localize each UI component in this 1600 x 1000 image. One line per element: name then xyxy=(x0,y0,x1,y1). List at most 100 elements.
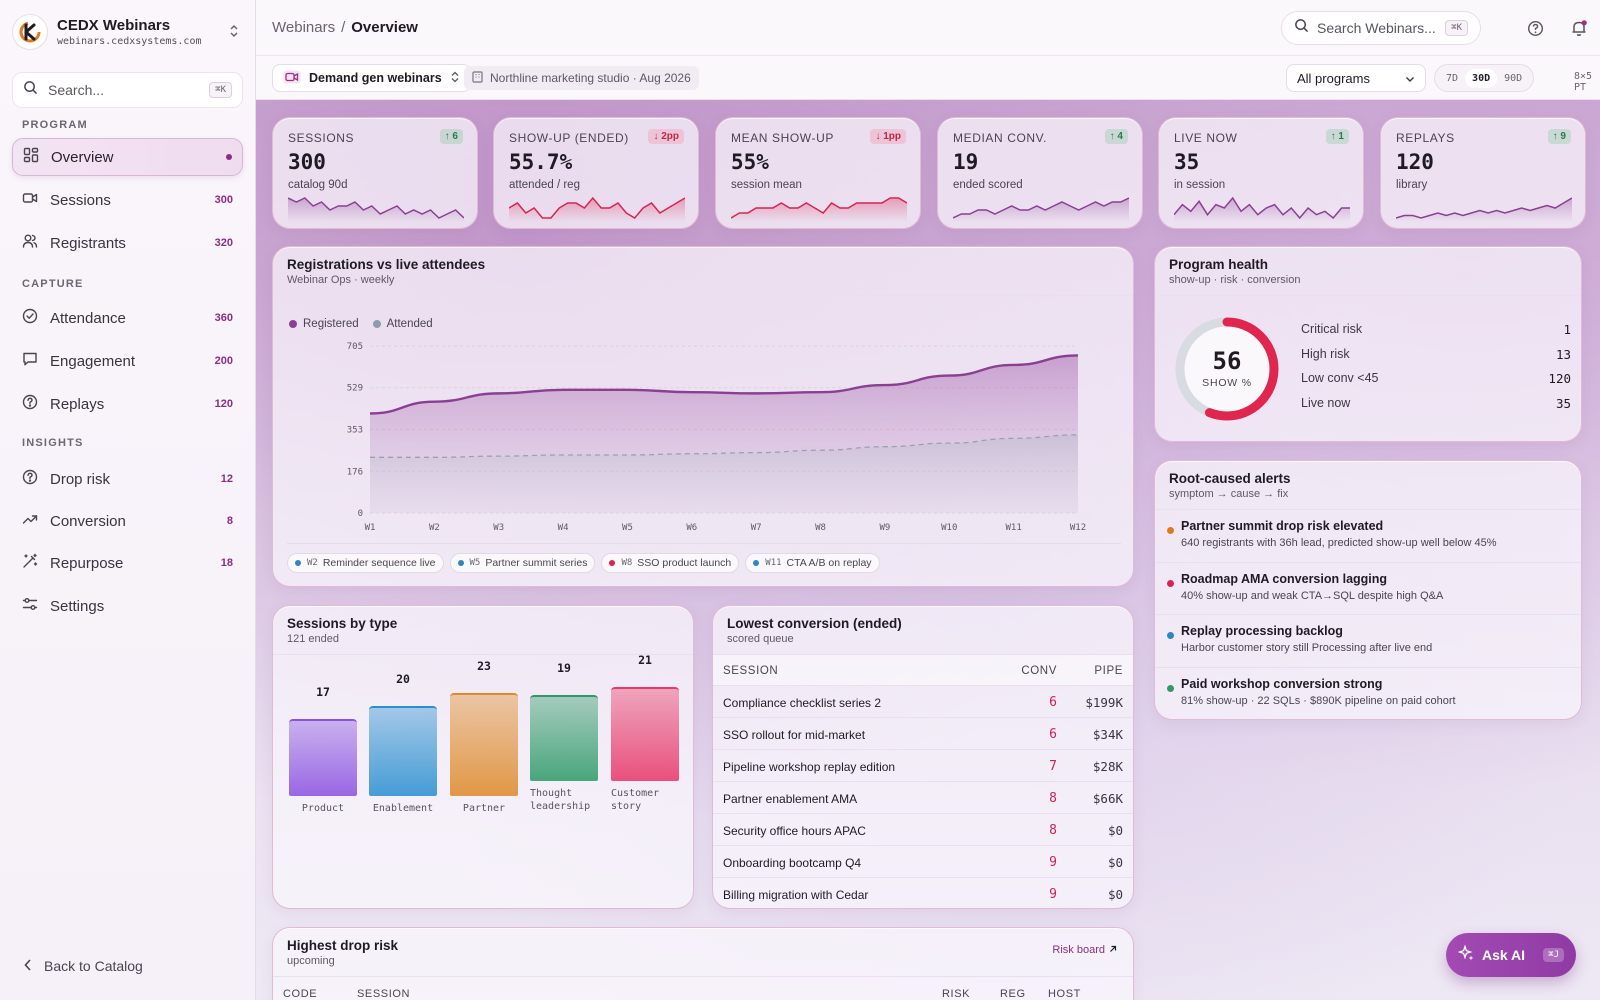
sidebar-item-replays[interactable]: Replays 120 xyxy=(12,385,243,423)
kpi-delta-badge: ↑ 6 xyxy=(439,129,463,144)
annotation-list: W2 Reminder sequence live W5 Partner summit… xyxy=(287,553,880,573)
kpi-card-mean-show-up[interactable]: MEAN SHOW-UP ↓ 1pp 55% session mean xyxy=(715,117,921,229)
sidebar-item-label: Replays xyxy=(50,395,105,413)
column-header-risk[interactable]: RISK xyxy=(942,988,970,1000)
column-header-session[interactable]: SESSION xyxy=(357,988,410,1000)
pipeline-value: $0 xyxy=(1107,887,1123,902)
sidebar-item-engagement[interactable]: Engagement 200 xyxy=(12,342,243,380)
annotation-label: SSO product launch xyxy=(637,557,732,569)
column-header-conv[interactable]: CONV xyxy=(1021,665,1057,677)
health-metric-row[interactable]: Live now 35 xyxy=(1301,396,1571,421)
sidebar-item-conversion[interactable]: Conversion 8 xyxy=(12,502,243,540)
range-option-30d[interactable]: 30D xyxy=(1465,68,1498,88)
y-tick-label: 529 xyxy=(347,384,363,394)
alert-item[interactable]: Paid workshop conversion strong 81% show-… xyxy=(1155,666,1581,719)
alert-item[interactable]: Partner summit drop risk elevated 640 reg… xyxy=(1155,509,1581,561)
bell-icon[interactable] xyxy=(1567,16,1591,40)
annotation-dot xyxy=(295,560,301,566)
session-name: SSO rollout for mid-market xyxy=(723,728,866,742)
global-search[interactable]: Search Webinars... ⌘K xyxy=(1281,11,1481,45)
annotation-dot xyxy=(457,560,464,566)
kpi-value: 19 xyxy=(953,150,979,174)
video-icon xyxy=(283,70,301,87)
range-option-7d[interactable]: 7D xyxy=(1439,69,1465,88)
back-to-catalog-link[interactable]: Back to Catalog xyxy=(24,958,143,974)
table-row[interactable]: Onboarding bootcamp Q4 9 $0 xyxy=(713,846,1133,878)
ask-ai-button[interactable]: Ask AI ⌘J xyxy=(1446,933,1576,977)
sidebar-item-registrants[interactable]: Registrants 320 xyxy=(12,224,243,262)
session-name: Compliance checklist series 2 xyxy=(723,696,882,710)
brand-switcher[interactable]: CEDX Webinars webinars.cedxsystems.com xyxy=(12,12,244,52)
sidebar-item-settings[interactable]: Settings xyxy=(12,587,243,625)
kpi-delta-badge: ↑ 4 xyxy=(1104,129,1128,144)
sidebar-search[interactable]: Search... ⌘K xyxy=(12,72,243,108)
sidebar-item-attendance[interactable]: Attendance 360 xyxy=(12,299,243,337)
kpi-caption: session mean xyxy=(731,179,802,191)
table-row[interactable]: Security office hours APAC 8 $0 xyxy=(713,814,1133,846)
table-row[interactable]: Billing migration with Cedar 9 $0 xyxy=(713,878,1133,908)
grid-icon xyxy=(23,147,39,168)
bar-product[interactable] xyxy=(289,719,357,796)
health-metric-value: 13 xyxy=(1555,346,1571,362)
x-tick-label: W12 xyxy=(1070,523,1086,533)
x-tick-label: W4 xyxy=(558,523,569,533)
kpi-card-median-conv[interactable]: MEDIAN CONV. ↑ 4 19 ended scored xyxy=(937,117,1143,229)
kpi-caption: catalog 90d xyxy=(288,179,348,191)
column-header-pipe[interactable]: PIPE xyxy=(1094,665,1123,677)
bar-enablement[interactable] xyxy=(369,706,437,796)
table-row[interactable]: Compliance checklist series 2 6 $199K xyxy=(713,686,1133,718)
alert-item[interactable]: Replay processing backlog Harbor customer… xyxy=(1155,614,1581,666)
sidebar-item-repurpose[interactable]: Repurpose 18 xyxy=(12,544,243,582)
kpi-card-sessions[interactable]: SESSIONS ↑ 6 300 catalog 90d xyxy=(272,117,478,229)
kpi-value: 300 xyxy=(288,150,326,174)
bar-thought-leadership[interactable] xyxy=(530,695,598,781)
sidebar-item-sessions[interactable]: Sessions 300 xyxy=(12,181,243,219)
health-metric-row[interactable]: High risk 13 xyxy=(1301,347,1571,372)
kpi-card-replays[interactable]: REPLAYS ↑ 9 120 library xyxy=(1380,117,1586,229)
annotation-chip[interactable]: W8 SSO product launch xyxy=(601,553,740,573)
range-option-90d[interactable]: 90D xyxy=(1497,69,1529,88)
bar-partner[interactable] xyxy=(450,693,518,796)
column-header-reg[interactable]: REG xyxy=(1000,988,1026,1000)
table-row[interactable]: SSO rollout for mid-market 6 $34K xyxy=(713,718,1133,750)
table-row[interactable]: Pipeline workshop replay edition 7 $28K xyxy=(713,750,1133,782)
table-header: SESSION CONV PIPE xyxy=(713,654,1133,686)
workspace-select[interactable]: Demand gen webinars xyxy=(272,64,471,92)
alert-item[interactable]: Roadmap AMA conversion lagging 40% show-u… xyxy=(1155,561,1581,614)
sidebar-item-overview[interactable]: Overview xyxy=(12,138,243,176)
column-header-code[interactable]: CODE xyxy=(283,988,317,1000)
risk-board-link[interactable]: Risk board xyxy=(1052,944,1117,956)
annotation-chip[interactable]: W2 Reminder sequence live xyxy=(287,553,444,573)
health-metric-row[interactable]: Critical risk 1 xyxy=(1301,322,1571,347)
chart-legend: Registered Attended xyxy=(289,318,433,330)
sidebar-item-count: 8 xyxy=(226,515,233,527)
annotation-chip[interactable]: W5 Partner summit series xyxy=(449,553,596,573)
column-header-session[interactable]: SESSION xyxy=(723,665,778,677)
annotation-chip[interactable]: W11 CTA A/B on replay xyxy=(745,553,880,573)
kpi-card-show-up-ended[interactable]: SHOW-UP (ENDED) ↓ 2pp 55.7% attended / reg xyxy=(493,117,699,229)
breadcrumb-webinars[interactable]: Webinars xyxy=(272,19,335,36)
sidebar-search-input[interactable]: Search... xyxy=(48,82,209,98)
sidebar-item-drop-risk[interactable]: Drop risk 12 xyxy=(12,460,243,498)
kpi-card-live-now[interactable]: LIVE NOW ↑ 1 35 in session xyxy=(1158,117,1364,229)
x-tick-label: W10 xyxy=(941,523,957,533)
x-tick-label: W6 xyxy=(686,523,697,533)
help-icon[interactable] xyxy=(1523,16,1547,40)
card-title: Highest drop risk xyxy=(287,938,399,953)
table-header: CODE SESSION RISK REG HOST xyxy=(273,976,1133,1000)
global-search-input[interactable]: Search Webinars... xyxy=(1317,20,1445,36)
pipeline-value: $0 xyxy=(1107,823,1123,838)
conv-score: 6 xyxy=(1049,695,1057,710)
annotation-week: W11 xyxy=(765,558,782,568)
bar-customer-story[interactable] xyxy=(611,687,679,781)
kpi-sparkline xyxy=(731,197,907,222)
annotation-dot xyxy=(753,560,760,566)
card-title: Registrations vs live attendees xyxy=(287,257,486,272)
kpi-caption: in session xyxy=(1174,179,1226,191)
program-filter-select[interactable]: All programs xyxy=(1286,64,1426,92)
table-row[interactable]: Partner enablement AMA 8 $66K xyxy=(713,782,1133,814)
column-header-host[interactable]: HOST xyxy=(1048,988,1081,1000)
alert-title: Roadmap AMA conversion lagging xyxy=(1181,571,1388,586)
health-metric-row[interactable]: Low conv <45 120 xyxy=(1301,371,1571,396)
pipeline-value: $0 xyxy=(1107,855,1123,870)
